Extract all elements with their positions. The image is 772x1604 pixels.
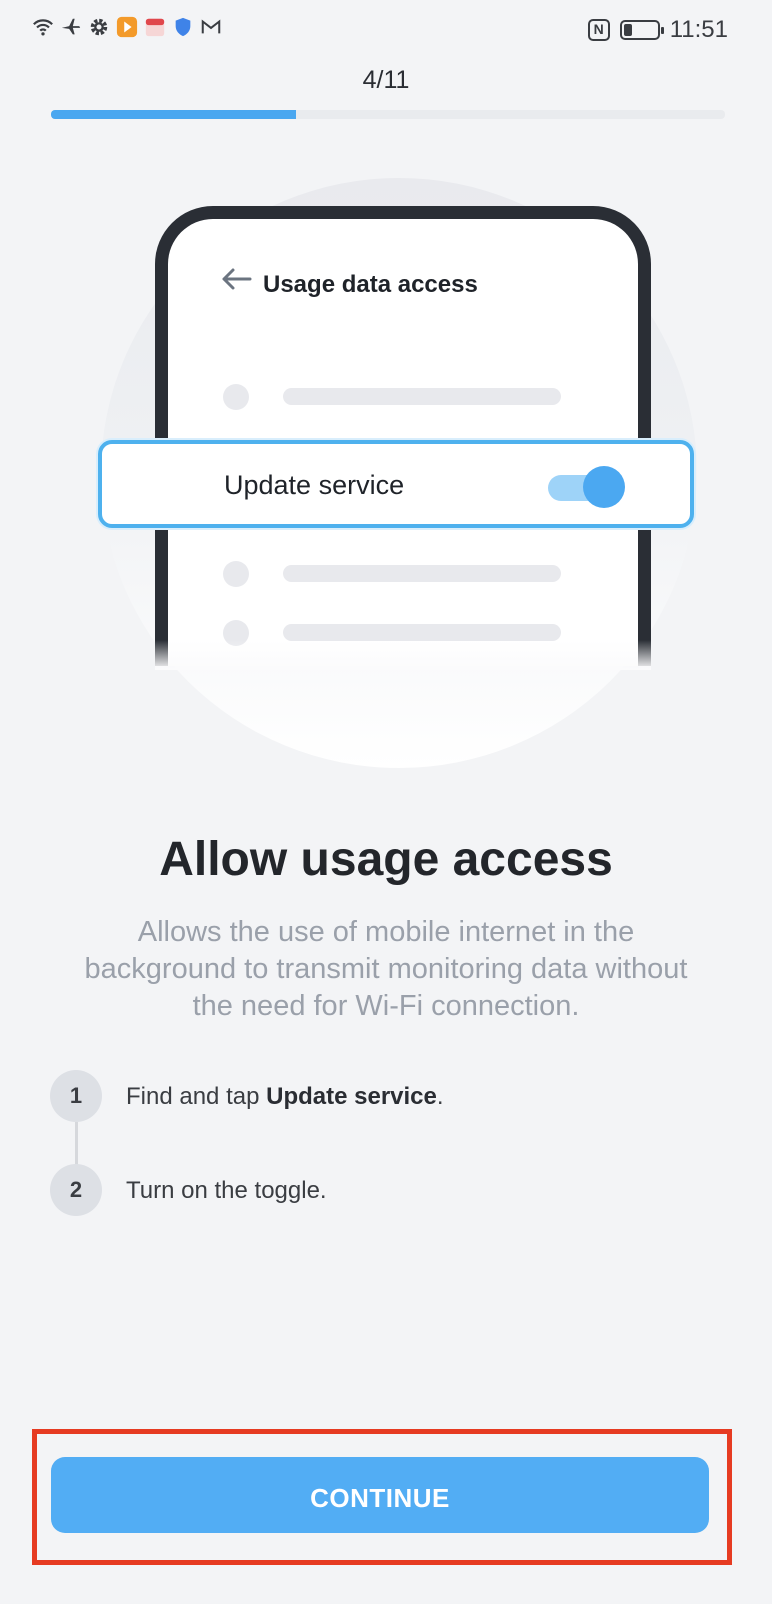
phone-illustration: Usage data access — [155, 206, 651, 666]
step-number: 1 — [50, 1070, 102, 1122]
page-description: Allows the use of mobile internet in the… — [84, 916, 688, 1022]
play-app-icon — [116, 16, 138, 38]
step-text-prefix: Turn on the toggle. — [126, 1177, 327, 1204]
progress-bar — [51, 110, 725, 119]
phone-fade — [155, 640, 651, 670]
status-icons-left — [32, 16, 222, 38]
toggle-switch-illustration — [546, 466, 626, 508]
placeholder-dot — [223, 384, 249, 410]
gmail-icon — [201, 19, 221, 34]
continue-button[interactable]: CONTINUE — [51, 1457, 709, 1533]
placeholder-dot — [223, 561, 249, 587]
step-text: Turn on the toggle. — [126, 1177, 327, 1205]
step-text-suffix: . — [436, 1083, 444, 1110]
step-number: 2 — [50, 1164, 102, 1216]
airplane-icon — [61, 18, 81, 35]
progress-fill — [51, 110, 297, 119]
toggle-knob — [583, 466, 625, 508]
step-text-bold: Update service — [266, 1083, 437, 1110]
calendar-app-icon — [145, 18, 165, 37]
wifi-icon — [33, 19, 53, 36]
status-time: 11:51 — [669, 16, 728, 43]
status-bar: N 11:51 — [0, 0, 772, 64]
update-service-label: Update service — [224, 470, 405, 500]
step-counter: 4/11 — [362, 66, 410, 94]
status-icons-right: N 11:51 — [587, 16, 728, 44]
battery-level — [623, 24, 633, 36]
highlighted-setting-row: Update service — [98, 440, 694, 528]
page-title: Allow usage access — [159, 833, 613, 886]
placeholder-bar — [283, 388, 561, 405]
step-item: 2 Turn on the toggle. — [50, 1164, 730, 1216]
battery-icon — [619, 20, 664, 40]
placeholder-bar — [283, 565, 561, 582]
step-text-prefix: Find and tap — [126, 1083, 267, 1110]
back-arrow-icon — [222, 268, 252, 290]
gear-icon — [90, 18, 108, 36]
shield-icon — [175, 17, 191, 37]
placeholder-bar — [283, 624, 561, 641]
nfc-icon: N — [587, 19, 610, 41]
step-text: Find and tap Update service. — [126, 1083, 444, 1111]
step-item: 1 Find and tap Update service. — [50, 1070, 730, 1122]
phone-screen-title: Usage data access — [263, 271, 478, 298]
